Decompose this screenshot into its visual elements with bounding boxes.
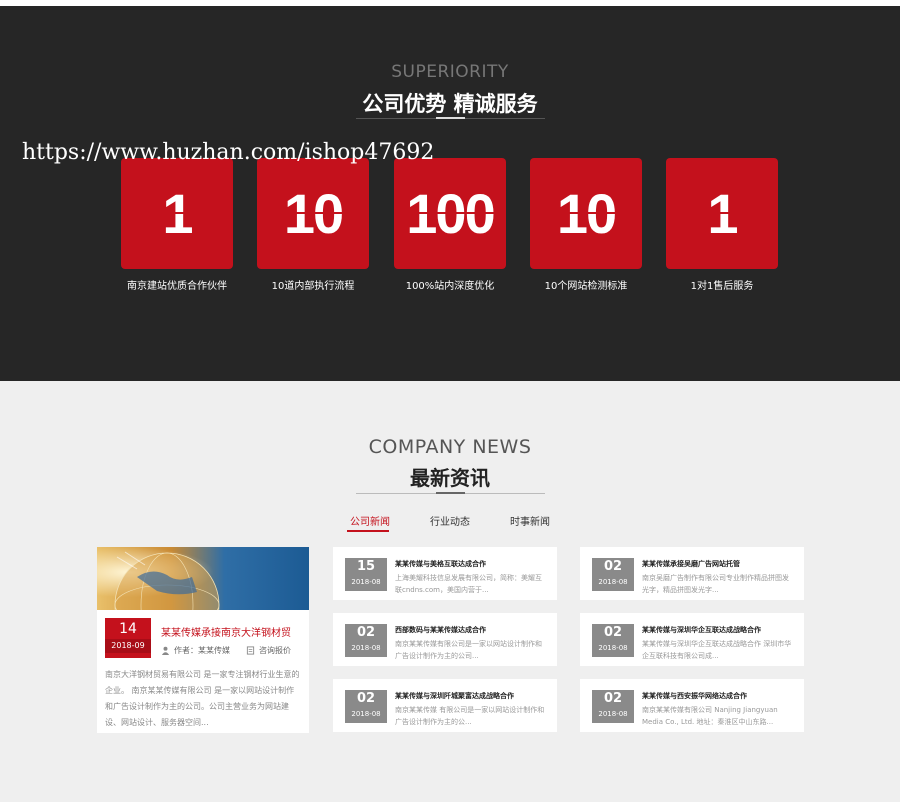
- featured-day: 14: [119, 621, 137, 637]
- stat-box-support: 1: [666, 158, 778, 269]
- news-excerpt: 南京某某传媒有限公司是一家以网站设计制作和广告设计制作为主的公司...: [395, 640, 542, 660]
- news-card[interactable]: 02 2018-08 某某传媒承接吴磨广告网站托管 南京吴磨广告制作有限公司专业…: [580, 547, 804, 600]
- news-excerpt: 上海美耀科技信息发展有限公司，简称：美耀互联cndns.com，美国内营于...: [395, 574, 542, 594]
- news-date-badge: 02 2018-08: [592, 624, 634, 657]
- stat-box-process: 10: [257, 158, 369, 269]
- news-card[interactable]: 02 2018-08 某某传媒与西安振华网络达成合作 南京某某传媒有限公司 Na…: [580, 679, 804, 732]
- news-title[interactable]: 某某传媒与美格互联达成合作: [395, 559, 486, 569]
- stat-stripe: [530, 212, 642, 214]
- featured-date-badge: 14 2018-09: [105, 618, 151, 658]
- news-year-month: 2018-08: [351, 578, 381, 586]
- news-year-month: 2018-08: [598, 644, 628, 652]
- featured-article-image[interactable]: [97, 547, 309, 610]
- news-date-badge: 15 2018-08: [345, 558, 387, 591]
- news-title-cn: 最新资讯: [410, 466, 490, 490]
- featured-article-title[interactable]: 某某传媒承接南京大洋钢材贸: [161, 624, 291, 639]
- news-excerpt: 南京吴磨广告制作有限公司专业制作精品拼图发光字，精品拼图发光字...: [642, 574, 789, 594]
- news-year-month: 2018-08: [351, 710, 381, 718]
- news-card[interactable]: 02 2018-08 某某传媒与深圳华企互联达成战略合作 某某传媒与深圳华企互联…: [580, 613, 804, 666]
- news-day: 15: [356, 559, 376, 574]
- featured-article-meta: 作者：某某传媒 咨询报价: [161, 645, 307, 656]
- news-day: 02: [603, 625, 623, 640]
- news-year-month: 2018-08: [598, 710, 628, 718]
- news-excerpt: 南京某某传媒 有限公司是一家以网站设计制作和广告设计制作为主的公...: [395, 706, 545, 726]
- stat-stripe: [257, 212, 369, 214]
- document-icon: [246, 646, 255, 655]
- stat-box-standards: 10: [530, 158, 642, 269]
- superiority-section: SUPERIORITY 公司优势 精诚服务 1 10 100 10 1 南京建站…: [0, 6, 900, 381]
- stat-label: 10道内部执行流程: [271, 281, 355, 292]
- inquiry-text: 咨询报价: [259, 646, 291, 655]
- superiority-title-en: SUPERIORITY: [391, 62, 509, 82]
- news-day: 02: [356, 691, 376, 706]
- news-title[interactable]: 某某传媒与西安振华网络达成合作: [642, 691, 747, 701]
- author-meta: 作者：某某传媒: [161, 645, 230, 656]
- tab-active-underline: [347, 530, 389, 532]
- stat-box-optimization: 100: [394, 158, 506, 269]
- stat-stripe: [121, 212, 233, 214]
- news-title-divider-accent: [436, 492, 465, 494]
- news-day: 02: [603, 559, 623, 574]
- news-title-en: COMPANY NEWS: [368, 436, 532, 458]
- news-card[interactable]: 02 2018-08 西部数码与某某传媒达成合作 南京某某传媒有限公司是一家以网…: [333, 613, 557, 666]
- news-title[interactable]: 某某传媒与深圳华企互联达成战略合作: [642, 625, 761, 635]
- news-title[interactable]: 某某传媒承接吴磨广告网站托管: [642, 559, 740, 569]
- news-card[interactable]: 15 2018-08 某某传媒与美格互联达成合作 上海美耀科技信息发展有限公司，…: [333, 547, 557, 600]
- news-date-badge: 02 2018-08: [592, 690, 634, 723]
- news-excerpt: 南京某某传媒有限公司 Nanjing Jiangyuan Media Co., …: [642, 706, 778, 726]
- watermark-url: https://www.huzhan.com/ishop47692: [22, 140, 435, 165]
- user-icon: [161, 646, 170, 655]
- author-text: 作者：某某传媒: [174, 646, 230, 655]
- news-excerpt: 某某传媒与深圳华企互联达成战略合作 深圳市华企互联科技有限公司成...: [642, 640, 792, 660]
- featured-year-month: 2018-09: [105, 639, 151, 653]
- news-card[interactable]: 02 2018-08 某某传媒与深圳阡城聚富达成战略合作 南京某某传媒 有限公司…: [333, 679, 557, 732]
- news-title[interactable]: 某某传媒与深圳阡城聚富达成战略合作: [395, 691, 514, 701]
- featured-article[interactable]: 14 2018-09 某某传媒承接南京大洋钢材贸 作者：某某传媒 咨询报价 南京…: [97, 547, 309, 733]
- news-year-month: 2018-08: [351, 644, 381, 652]
- stat-box-partner: 1: [121, 158, 233, 269]
- news-title[interactable]: 西部数码与某某传媒达成合作: [395, 625, 486, 635]
- title-divider-accent: [436, 117, 465, 119]
- inquiry-link[interactable]: 咨询报价: [246, 645, 291, 656]
- featured-article-excerpt: 南京大洋钢材贸易有限公司 是一家专注钢材行业生意的企业。 南京某某传媒有限公司 …: [105, 670, 300, 727]
- news-date-badge: 02 2018-08: [345, 624, 387, 657]
- tab-industry-news[interactable]: 行业动态: [430, 513, 470, 528]
- news-day: 02: [603, 691, 623, 706]
- stat-label: 10个网站检测标准: [544, 281, 628, 292]
- news-date-badge: 02 2018-08: [592, 558, 634, 591]
- tab-current-news[interactable]: 时事新闻: [510, 513, 550, 528]
- news-date-badge: 02 2018-08: [345, 690, 387, 723]
- stat-label: 100%站内深度优化: [405, 281, 495, 292]
- news-day: 02: [356, 625, 376, 640]
- tab-company-news[interactable]: 公司新闻: [350, 513, 390, 528]
- stat-stripe: [666, 212, 778, 214]
- stat-label: 南京建站优质合作伙伴: [127, 281, 227, 292]
- news-year-month: 2018-08: [598, 578, 628, 586]
- stat-stripe: [394, 212, 506, 214]
- stat-label: 1对1售后服务: [690, 281, 754, 292]
- superiority-title-cn: 公司优势 精诚服务: [362, 92, 538, 116]
